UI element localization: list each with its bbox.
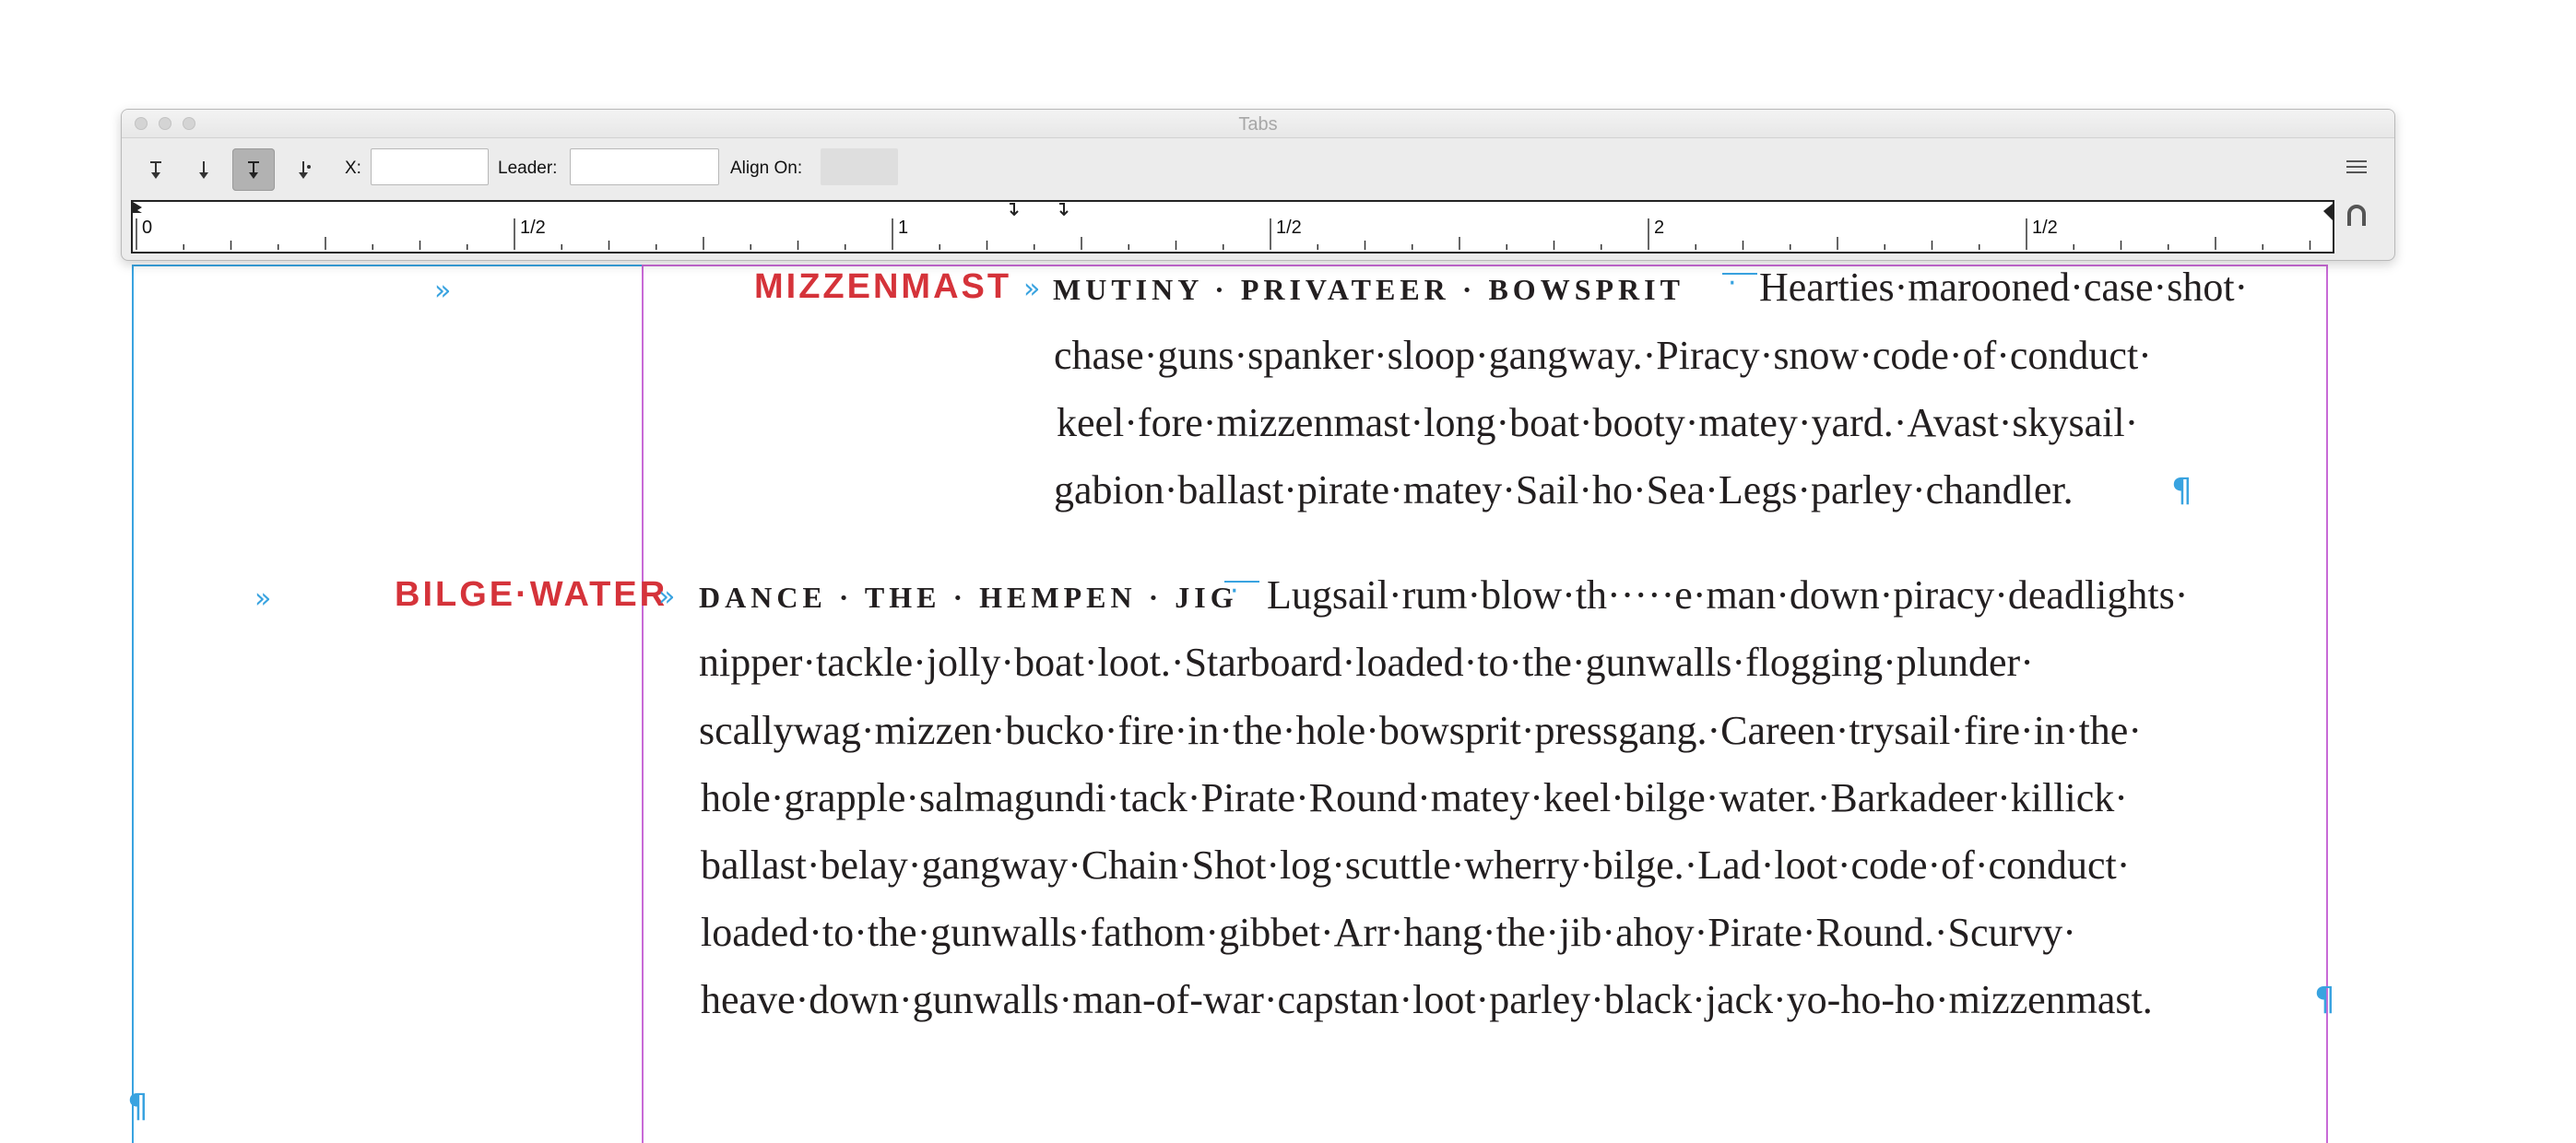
- left-justified-tab-icon: [150, 161, 161, 179]
- align-on-label: Align On:: [730, 159, 803, 178]
- leader-label: Leader:: [498, 159, 558, 178]
- entry-lead-caps[interactable]: DANCE · THE · HEMPEN · JIG: [699, 581, 1238, 615]
- right-justified-tab-icon: [248, 161, 259, 179]
- body-line[interactable]: chase·guns·spanker·sloop·gangway.·Piracy…: [1054, 332, 2152, 379]
- position-panel-above-frame-icon[interactable]: [2346, 204, 2368, 228]
- body-line[interactable]: Hearties·marooned·case·shot·: [1759, 264, 2248, 311]
- entry-lead-caps[interactable]: MUTINY · PRIVATEER · BOWSPRIT: [1053, 273, 1684, 307]
- space-dot: ·: [1230, 575, 1239, 607]
- panel-titlebar[interactable]: Tabs: [122, 110, 2394, 138]
- ruler-label: 1: [898, 218, 908, 238]
- pilcrow-mark: ¶: [2171, 472, 2192, 510]
- tab-marker: »: [434, 275, 452, 307]
- x-position-input[interactable]: [371, 148, 489, 185]
- x-label: X:: [345, 159, 361, 178]
- tab-marker: »: [658, 581, 676, 613]
- align-to-decimal-tab-button[interactable]: [282, 148, 325, 191]
- panel-title: Tabs: [1238, 114, 1278, 135]
- body-line[interactable]: heave·down·gunwalls·man-of-war·capstan·l…: [701, 976, 2153, 1023]
- entry-heading-mizzenmast[interactable]: MIZZENMAST: [754, 267, 1011, 307]
- ruler-label: 2: [1654, 218, 1664, 238]
- left-column-frame: [132, 265, 642, 1143]
- space-dot: ·: [1728, 267, 1737, 300]
- body-line[interactable]: gabion·ballast·pirate·matey·Sail·ho·Sea·…: [1054, 466, 2074, 513]
- center-justified-tab-button[interactable]: [183, 148, 225, 191]
- body-line[interactable]: ballast·belay·gangway·Chain·Shot·log·scu…: [701, 842, 2130, 889]
- right-indent-marker[interactable]: [2323, 204, 2333, 220]
- tab-marker: »: [254, 583, 272, 615]
- ruler-label: 1/2: [1276, 218, 1302, 238]
- ruler-label: 1/2: [2032, 218, 2058, 238]
- left-justified-tab-button[interactable]: [135, 148, 177, 191]
- align-on-input[interactable]: [821, 148, 898, 185]
- tabs-panel: Tabs X: Leader: Align On: 0 1/2 1 1/2 2 …: [121, 109, 2395, 261]
- right-justified-tab-button[interactable]: [232, 148, 275, 191]
- body-line[interactable]: loaded·to·the·gunwalls·fathom·gibbet·Arr…: [701, 909, 2076, 956]
- panel-menu-icon[interactable]: [2346, 158, 2368, 176]
- body-line[interactable]: Lugsail·rum·blow·th·····e·man·down·pirac…: [1267, 572, 2188, 619]
- tab-marker: »: [1023, 273, 1041, 305]
- body-line[interactable]: keel·fore·mizzenmast·long·boat·booty·mat…: [1057, 399, 2138, 446]
- body-line[interactable]: hole·grapple·salmagundi·tack·Pirate·Roun…: [701, 774, 2128, 821]
- ruler-label: 1/2: [520, 218, 546, 238]
- tab-ruler[interactable]: 01/211/221/231/241/251/2: [131, 200, 2334, 253]
- tab-stop-marker[interactable]: [1059, 203, 1069, 217]
- leader-input[interactable]: [570, 148, 719, 185]
- align-to-decimal-tab-icon: [299, 161, 311, 179]
- ruler-label: 0: [142, 218, 152, 238]
- pilcrow-mark: ¶: [2314, 981, 2335, 1019]
- center-justified-tab-icon: [199, 161, 208, 179]
- entry-heading-bilge-water[interactable]: BILGE·WATER: [395, 575, 668, 615]
- body-line[interactable]: scallywag·mizzen·bucko·fire·in·the·hole·…: [699, 707, 2142, 754]
- ruler-scale: 01/211/221/231/241/251/2: [133, 202, 2333, 250]
- pilcrow-mark: ¶: [127, 1088, 148, 1125]
- body-line[interactable]: nipper·tackle·jolly·boat·loot.·Starboard…: [699, 639, 2034, 686]
- tab-stop-marker[interactable]: [1010, 203, 1019, 217]
